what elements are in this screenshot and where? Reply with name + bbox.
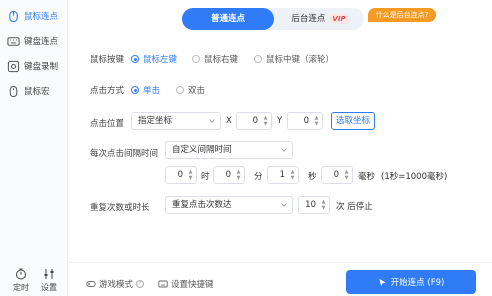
sidebar: 鼠标连点 键盘连点 键盘录制 鼠标宏 定时 设置: [0, 0, 68, 296]
mouse-pointer-icon: [379, 278, 386, 286]
mouse-button-label: 鼠标按键: [90, 55, 125, 65]
footer-divider: [68, 262, 492, 263]
sidebar-item-keyboard-record[interactable]: 键盘录制: [0, 55, 68, 77]
mouse-icon: [7, 85, 20, 98]
interval-note: (1秒=1000毫秒): [381, 172, 448, 182]
interval-label: 每次点击间隔时间: [90, 149, 159, 159]
gamepad-icon: [86, 281, 96, 287]
shortcut-label: 设置快捷键: [171, 280, 214, 290]
seconds-input[interactable]: 1 ▲ ▼: [267, 166, 299, 184]
settings-button[interactable]: 设置: [34, 268, 64, 294]
game-mode-label: 游戏模式: [99, 280, 134, 290]
sidebar-item-mouse-click[interactable]: 鼠标连点: [0, 5, 68, 27]
repeat-count-value: 10: [305, 200, 316, 210]
radio-label: 鼠标右键: [204, 55, 239, 65]
spinner-icon[interactable]: ▲ ▼: [343, 169, 350, 181]
shortcut-settings-link[interactable]: 设置快捷键: [158, 278, 214, 290]
x-value: 0: [252, 116, 258, 126]
sidebar-item-label: 鼠标宏: [24, 87, 50, 97]
radio-single-click[interactable]: 单击: [131, 84, 160, 96]
what-is-background-badge[interactable]: 什么是后台连点?: [368, 8, 436, 22]
select-value: 重复点击次数达: [172, 200, 232, 210]
chevron-down-icon: [209, 119, 215, 123]
radio-label: 鼠标左键: [143, 55, 178, 65]
seconds-value: 1: [279, 170, 285, 180]
position-select[interactable]: 指定坐标: [131, 112, 221, 130]
radio-double-click[interactable]: 双击: [176, 84, 205, 96]
spinner-icon[interactable]: ▲ ▼: [320, 199, 327, 211]
repeat-select[interactable]: 重复点击次数达: [165, 196, 293, 214]
radio-left-button[interactable]: 鼠标左键: [131, 53, 177, 65]
sidebar-item-keyboard-click[interactable]: 键盘连点: [0, 30, 68, 52]
radio-label: 鼠标中键（滚轮）: [266, 55, 335, 65]
interval-select[interactable]: 自定义间隔时间: [165, 141, 293, 159]
spinner-icon[interactable]: ▲ ▼: [313, 115, 320, 127]
select-value: 指定坐标: [138, 116, 173, 126]
radio-dot: [131, 86, 139, 94]
settings-icon: [44, 269, 54, 279]
hours-value: 0: [177, 170, 183, 180]
spinner-icon[interactable]: ▲ ▼: [289, 169, 296, 181]
ms-value: 0: [333, 170, 339, 180]
repeat-label: 重复次数或时长: [90, 203, 150, 213]
minutes-value: 0: [225, 170, 231, 180]
start-click-button[interactable]: 开始连点 (F9): [346, 270, 476, 294]
chevron-down-icon: [281, 148, 287, 152]
radio-label: 双击: [188, 86, 206, 96]
hours-unit: 时: [201, 172, 210, 182]
x-label: X: [226, 116, 232, 126]
ms-unit: 毫秒: [358, 172, 376, 182]
settings-label: 设置: [41, 283, 57, 292]
mode-tabs: 普通连点 后台连点 VIP: [182, 8, 364, 30]
y-value: 0: [303, 116, 309, 126]
minutes-input[interactable]: 0 ▲ ▼: [213, 166, 245, 184]
y-coordinate-input[interactable]: 0 ▲ ▼: [287, 112, 323, 130]
sidebar-item-label: 键盘连点: [24, 37, 59, 47]
timer-icon: [16, 268, 26, 280]
pick-coordinate-button[interactable]: 选取坐标: [331, 112, 375, 130]
vip-badge: VIP: [329, 14, 349, 24]
chevron-down-icon: [281, 203, 287, 207]
repeat-count-input[interactable]: 10 ▲ ▼: [298, 196, 330, 214]
y-label: Y: [277, 116, 283, 126]
mouse-click-icon: [7, 10, 20, 23]
click-position-label: 点击位置: [90, 119, 125, 129]
radio-dot: [254, 55, 262, 63]
radio-right-button[interactable]: 鼠标右键: [192, 53, 238, 65]
select-value: 自定义间隔时间: [172, 145, 232, 155]
keyboard-icon: [158, 280, 168, 288]
help-icon[interactable]: ?: [136, 280, 145, 288]
radio-dot: [176, 86, 184, 94]
sidebar-item-mouse-macro[interactable]: 鼠标宏: [0, 80, 68, 102]
keyboard-icon: [7, 35, 20, 48]
radio-label: 单击: [143, 86, 161, 96]
sidebar-item-label: 鼠标连点: [24, 12, 59, 22]
keyboard-record-icon: [7, 60, 20, 73]
spinner-icon[interactable]: ▲ ▼: [262, 115, 269, 127]
click-mode-label: 点击方式: [90, 86, 125, 96]
timer-button[interactable]: 定时: [6, 268, 36, 294]
hours-input[interactable]: 0 ▲ ▼: [165, 166, 197, 184]
tab-background-label: 后台连点: [291, 14, 326, 24]
game-mode-toggle[interactable]: 游戏模式 ?: [86, 278, 145, 290]
radio-dot: [131, 55, 139, 63]
seconds-unit: 秒: [308, 172, 317, 182]
start-button-label: 开始连点 (F9): [390, 278, 445, 288]
radio-middle-button[interactable]: 鼠标中键（滚轮）: [254, 53, 334, 65]
tab-normal-click[interactable]: 普通连点: [182, 8, 274, 30]
spinner-icon[interactable]: ▲ ▼: [187, 169, 194, 181]
tab-background-click[interactable]: 后台连点 VIP: [276, 8, 364, 30]
spinner-icon[interactable]: ▲ ▼: [235, 169, 242, 181]
radio-dot: [192, 55, 200, 63]
timer-label: 定时: [13, 283, 29, 292]
milliseconds-input[interactable]: 0 ▲ ▼: [321, 166, 353, 184]
repeat-suffix: 次 后停止: [336, 202, 373, 212]
minutes-unit: 分: [254, 172, 263, 182]
x-coordinate-input[interactable]: 0 ▲ ▼: [236, 112, 272, 130]
sidebar-item-label: 键盘录制: [24, 62, 59, 72]
